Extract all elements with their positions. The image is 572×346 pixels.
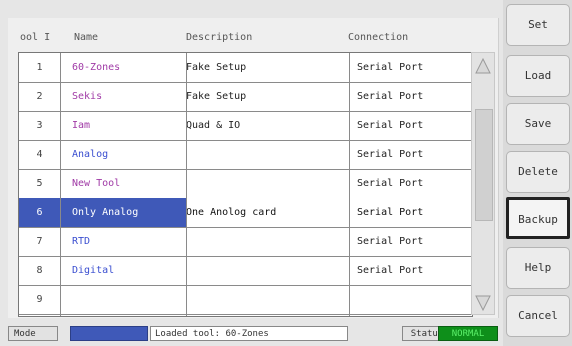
help-button[interactable]: Help xyxy=(506,247,570,289)
loaded-tool-text: Loaded tool: 60-Zones xyxy=(150,326,348,341)
scrollbar-thumb[interactable] xyxy=(475,109,493,221)
row-name: 60-Zones xyxy=(72,62,121,73)
status-badge: NORMAL xyxy=(438,326,498,341)
row-description: Fake Setup xyxy=(186,91,247,102)
row-index: 8 xyxy=(36,265,43,276)
row-connection: Serial Port xyxy=(357,265,424,276)
status-bar: Mode Loaded tool: 60-Zones Status NORMAL xyxy=(8,326,500,342)
row-connection xyxy=(349,285,472,314)
column-divider xyxy=(186,53,187,316)
mode-indicator xyxy=(70,326,148,341)
row-connection: Serial Port xyxy=(357,120,424,131)
cancel-button[interactable]: Cancel xyxy=(506,295,570,337)
row-name: Only Analog xyxy=(72,198,192,227)
table-row[interactable]: 4 Analog Serial Port xyxy=(19,140,472,170)
row-name: Sekis xyxy=(72,91,103,102)
row-name: Digital xyxy=(72,265,115,276)
row-description: Quad & IO xyxy=(186,120,241,131)
row-name: New Tool xyxy=(72,178,121,189)
row-description xyxy=(186,140,349,169)
row-index: 9 xyxy=(36,294,43,305)
table-row[interactable]: 2 Sekis Fake Setup Serial Port xyxy=(19,82,472,112)
column-divider xyxy=(349,53,350,316)
table-scrollbar[interactable] xyxy=(471,52,495,315)
row-connection: Serial Port xyxy=(349,198,472,227)
table-row-selected[interactable]: 6 Only Analog One Anolog card Serial Por… xyxy=(19,198,472,228)
mode-label: Mode xyxy=(8,326,58,341)
scroll-down-icon[interactable] xyxy=(474,294,492,312)
row-index: 3 xyxy=(36,120,43,131)
backup-button[interactable]: Backup xyxy=(506,197,570,239)
row-description: One Anolog card xyxy=(186,198,349,227)
row-connection: Serial Port xyxy=(357,62,424,73)
table-row[interactable]: 1 60-Zones Fake Setup Serial Port xyxy=(19,53,472,83)
set-button[interactable]: Set xyxy=(506,4,570,46)
table-header: ool I Name Description Connection xyxy=(8,26,498,50)
tool-table: 1 60-Zones Fake Setup Serial Port 2 Seki… xyxy=(18,52,473,317)
row-index: 5 xyxy=(36,178,43,189)
column-divider xyxy=(60,53,61,316)
row-description xyxy=(186,285,349,314)
delete-button[interactable]: Delete xyxy=(506,151,570,193)
row-description xyxy=(186,256,349,285)
row-name xyxy=(72,285,192,314)
scroll-up-icon[interactable] xyxy=(474,57,492,75)
row-index: 1 xyxy=(36,62,43,73)
table-row[interactable]: 9 xyxy=(19,285,472,315)
row-connection: Serial Port xyxy=(357,236,424,247)
header-index: ool I xyxy=(20,32,51,43)
action-button-column: Set Load Save Delete Backup Help Cancel xyxy=(503,0,572,346)
row-connection: Serial Port xyxy=(357,91,424,102)
tool-table-panel: ool I Name Description Connection 1 60-Z… xyxy=(8,18,499,318)
header-name: Name xyxy=(74,32,99,43)
table-row[interactable]: 5 New Tool Serial Port xyxy=(19,169,472,199)
row-name: Analog xyxy=(72,149,109,160)
row-index: 4 xyxy=(36,149,43,160)
table-row[interactable]: 3 Iam Quad & IO Serial Port xyxy=(19,111,472,141)
row-description: Fake Setup xyxy=(186,62,247,73)
row-index: 2 xyxy=(36,91,43,102)
row-name: RTD xyxy=(72,236,91,247)
row-index: 6 xyxy=(19,198,60,227)
row-description xyxy=(186,169,349,198)
load-button[interactable]: Load xyxy=(506,55,570,97)
row-connection: Serial Port xyxy=(357,178,424,189)
row-index: 7 xyxy=(36,236,43,247)
header-connection: Connection xyxy=(348,32,409,43)
table-row[interactable]: 7 RTD Serial Port xyxy=(19,227,472,257)
tool-manager-window: ool I Name Description Connection 1 60-Z… xyxy=(0,0,572,346)
header-description: Description xyxy=(186,32,253,43)
save-button[interactable]: Save xyxy=(506,103,570,145)
row-connection: Serial Port xyxy=(357,149,424,160)
row-description xyxy=(186,227,349,256)
table-row[interactable]: 8 Digital Serial Port xyxy=(19,256,472,286)
row-name: Iam xyxy=(72,120,91,131)
